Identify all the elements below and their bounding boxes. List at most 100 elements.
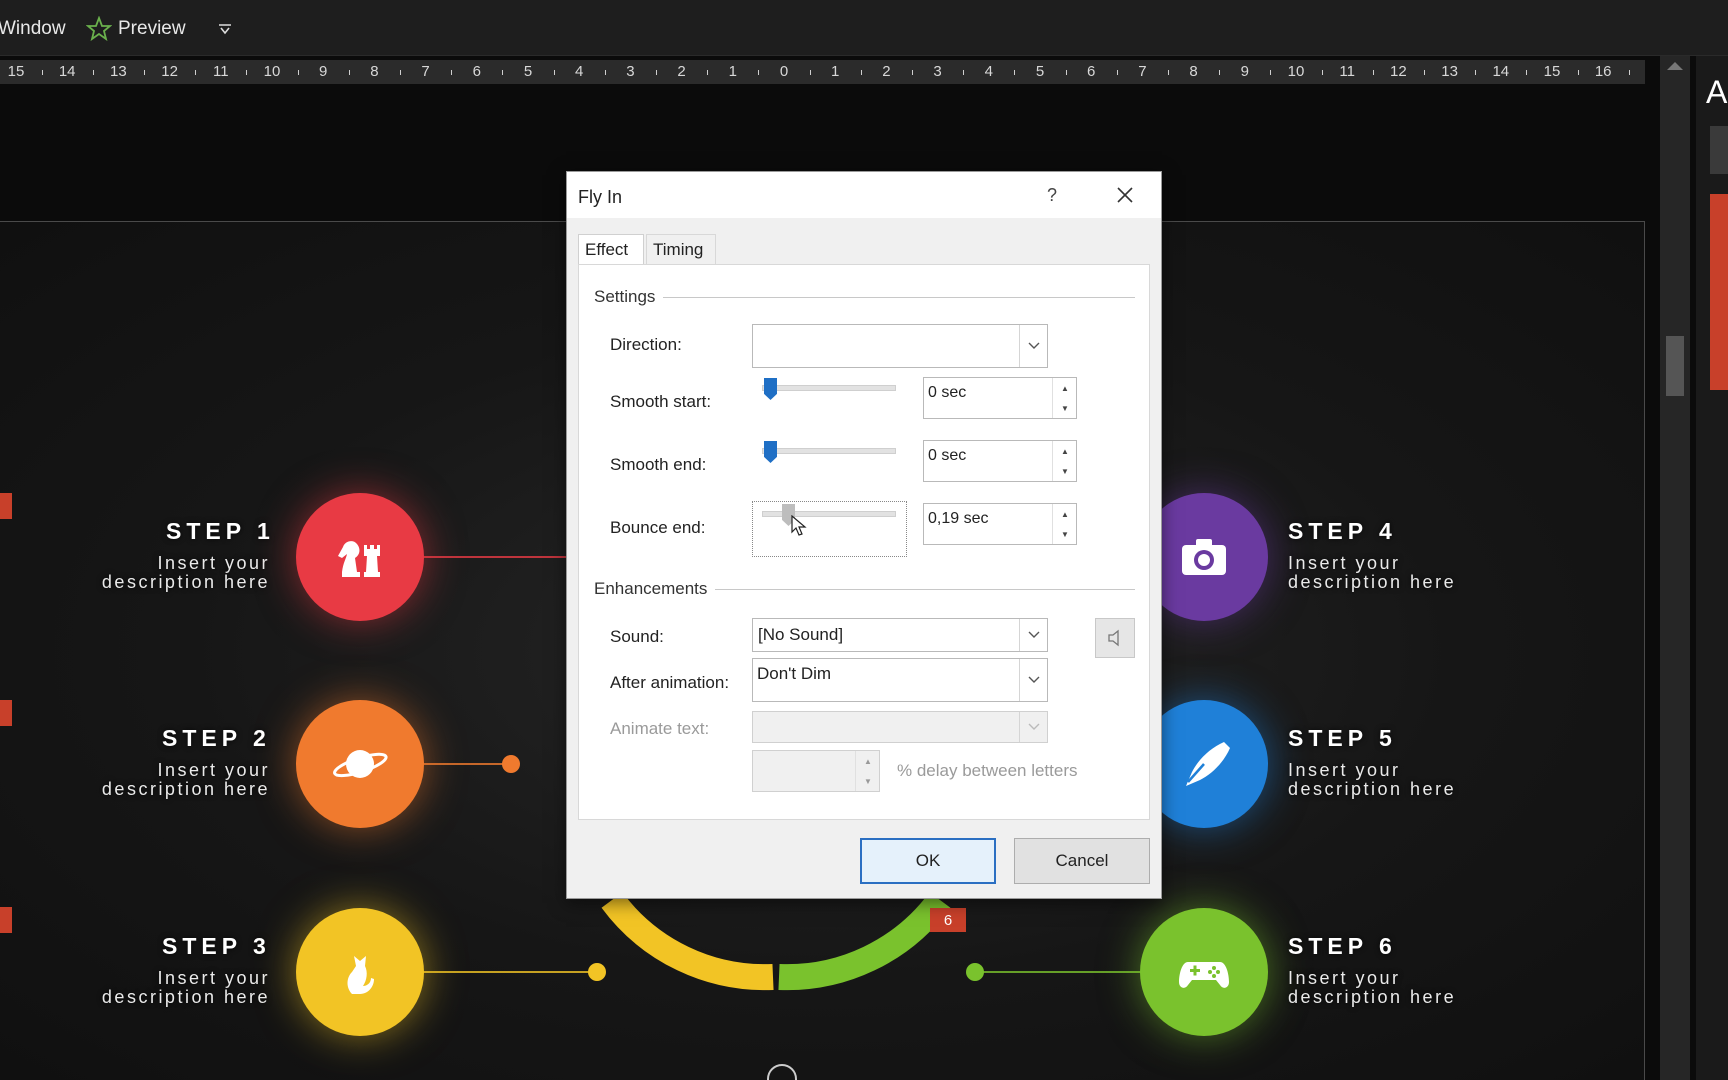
delay-input[interactable]: ▲ ▼ bbox=[752, 750, 880, 792]
ruler-label: 11 bbox=[213, 63, 229, 80]
gamepad-icon bbox=[1179, 962, 1229, 988]
ruler-label: 14 bbox=[1492, 63, 1510, 80]
animate-text-label: Animate text: bbox=[610, 719, 710, 738]
sound-value: [No Sound] bbox=[758, 625, 844, 644]
after-animation-select[interactable]: Don't Dim bbox=[752, 658, 1048, 702]
ruler-tick bbox=[604, 70, 606, 75]
ruler-label: 15 bbox=[7, 63, 25, 80]
smooth-end-input[interactable]: 0 sec ▲ ▼ bbox=[923, 440, 1077, 482]
spin-up-icon[interactable]: ▲ bbox=[1053, 378, 1077, 398]
spin-down-icon[interactable]: ▼ bbox=[1053, 524, 1077, 544]
cancel-button[interactable]: Cancel bbox=[1014, 838, 1150, 884]
spin-up-icon[interactable]: ▲ bbox=[1053, 504, 1077, 524]
animate-text-select[interactable] bbox=[752, 711, 1048, 743]
ruler-tick bbox=[707, 70, 709, 75]
ruler-tick bbox=[1628, 70, 1630, 75]
speaker-icon[interactable] bbox=[1095, 618, 1135, 658]
bounce-end-input[interactable]: 0,19 sec ▲ ▼ bbox=[923, 503, 1077, 545]
ruler-label: 8 bbox=[370, 63, 379, 80]
sound-select[interactable]: [No Sound] bbox=[752, 618, 1048, 652]
animation-marker[interactable] bbox=[0, 907, 12, 933]
ok-button[interactable]: OK bbox=[860, 838, 996, 884]
step-3-circle[interactable] bbox=[296, 908, 424, 1036]
preview-star-icon[interactable] bbox=[85, 15, 113, 42]
ruler-label: 13 bbox=[110, 63, 127, 80]
ruler-tick bbox=[144, 70, 145, 75]
ruler-tick bbox=[246, 70, 248, 75]
smooth-end-slider-track[interactable] bbox=[762, 448, 896, 454]
ruler-tick bbox=[502, 70, 504, 75]
cat-icon bbox=[347, 956, 374, 994]
step-1-circle[interactable] bbox=[296, 493, 424, 621]
ruler-label: 11 bbox=[1339, 63, 1355, 80]
window-menu[interactable]: Window bbox=[0, 18, 66, 40]
spin-up-icon[interactable]: ▲ bbox=[856, 751, 880, 771]
dialog-titlebar[interactable]: Fly In ? bbox=[567, 172, 1161, 218]
direction-select[interactable] bbox=[752, 324, 1048, 368]
smooth-start-input[interactable]: 0 sec ▲ ▼ bbox=[923, 377, 1077, 419]
animation-marker[interactable] bbox=[0, 493, 12, 519]
animation-pane-title: A bbox=[1706, 74, 1728, 110]
ruler-tick bbox=[195, 70, 197, 75]
ruler-label: 3 bbox=[933, 63, 942, 80]
chevron-down-icon[interactable] bbox=[218, 22, 232, 35]
smooth-end-slider-thumb[interactable] bbox=[764, 441, 777, 463]
animation-marker[interactable] bbox=[0, 700, 12, 726]
ruler-label: 8 bbox=[1189, 63, 1198, 80]
spin-down-icon[interactable]: ▼ bbox=[856, 771, 880, 791]
ruler-label: 10 bbox=[1287, 63, 1305, 80]
ruler-label: 6 bbox=[472, 63, 481, 80]
animation-list[interactable] bbox=[1710, 194, 1728, 390]
chevron-down-icon[interactable] bbox=[1019, 659, 1047, 701]
vertical-scrollbar[interactable] bbox=[1660, 56, 1690, 1080]
ruler-tick bbox=[1321, 70, 1323, 75]
ruler-tick bbox=[860, 70, 862, 75]
ruler-tick bbox=[1065, 70, 1067, 75]
after-animation-value: Don't Dim bbox=[757, 664, 832, 683]
chevron-down-icon[interactable] bbox=[1019, 712, 1047, 742]
bounce-end-slider-focus[interactable] bbox=[752, 501, 907, 557]
smooth-start-slider-thumb[interactable] bbox=[764, 378, 777, 400]
ruler-label: 12 bbox=[1390, 63, 1407, 80]
ruler-label: 13 bbox=[1441, 63, 1458, 80]
help-button[interactable]: ? bbox=[1047, 185, 1057, 206]
ruler-label: 12 bbox=[161, 63, 178, 80]
tab-effect[interactable]: Effect bbox=[578, 234, 644, 266]
chevron-down-icon[interactable] bbox=[1019, 619, 1047, 651]
step-6-desc-line2: description here bbox=[1288, 987, 1457, 1007]
step-4-desc-line2: description here bbox=[1288, 572, 1457, 592]
ruler-tick bbox=[1526, 70, 1528, 75]
ruler-tick bbox=[1219, 70, 1221, 75]
spin-up-icon[interactable]: ▲ bbox=[1053, 441, 1077, 461]
preview-button[interactable]: Preview bbox=[118, 18, 186, 40]
scroll-up-arrow-icon[interactable] bbox=[1667, 62, 1683, 70]
tab-timing[interactable]: Timing bbox=[646, 234, 716, 264]
top-toolbar: Window Preview bbox=[0, 0, 1728, 56]
spin-down-icon[interactable]: ▼ bbox=[1053, 398, 1077, 418]
bounce-end-label: Bounce end: bbox=[610, 518, 706, 537]
animation-number-badge[interactable]: 6 bbox=[930, 908, 966, 932]
ruler-label: 4 bbox=[984, 63, 993, 80]
delay-between-letters-label: % delay between letters bbox=[897, 761, 1078, 780]
pen-nib-icon bbox=[1186, 742, 1230, 786]
ruler-label: 10 bbox=[263, 63, 281, 80]
chevron-down-icon[interactable] bbox=[1019, 325, 1047, 367]
play-button[interactable] bbox=[1710, 126, 1728, 174]
smooth-start-slider-track[interactable] bbox=[762, 385, 896, 391]
horizontal-ruler: 15 14 13 12 11 10 9 8 7 6 5 4 3 2 1 0 1 2 3 4 5 6 7 8 9 10 11 12 13 1… bbox=[0, 60, 1645, 84]
scroll-thumb[interactable] bbox=[1666, 336, 1684, 396]
ruler-tick bbox=[656, 70, 657, 75]
step-2-desc-line1: Insert your bbox=[157, 760, 270, 780]
step-2-circle[interactable] bbox=[296, 700, 424, 828]
dialog-title: Fly In bbox=[578, 187, 623, 207]
ruler-tick bbox=[451, 70, 453, 75]
step-3-title: STEP 3 bbox=[162, 933, 271, 959]
ruler-tick bbox=[1424, 70, 1425, 75]
ruler-label: 1 bbox=[728, 63, 737, 80]
spin-down-icon[interactable]: ▼ bbox=[1053, 461, 1077, 481]
smooth-start-label: Smooth start: bbox=[610, 392, 712, 411]
settings-divider bbox=[595, 297, 1135, 298]
close-icon[interactable] bbox=[1114, 184, 1136, 206]
step-6-circle[interactable] bbox=[1140, 908, 1268, 1036]
step-2-title: STEP 2 bbox=[162, 725, 271, 751]
